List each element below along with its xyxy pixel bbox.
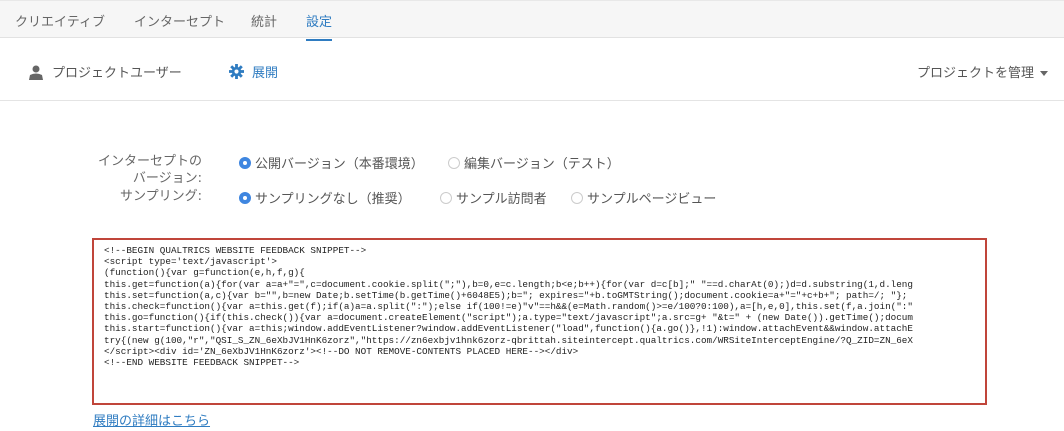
radio-public-version[interactable]: 公開バージョン（本番環境） — [239, 153, 424, 172]
tab-intercept[interactable]: インターセプト — [134, 11, 225, 39]
radio-selected-icon — [239, 156, 251, 169]
radio-no-sampling[interactable]: サンプリングなし（推奨） — [239, 188, 411, 207]
radio-selected-icon — [239, 191, 251, 204]
top-tabs: クリエイティブ インターセプト 統計 設定 — [0, 0, 1064, 41]
radio-label: 編集バージョン（テスト） — [464, 157, 620, 172]
tab-settings[interactable]: 設定 — [306, 11, 333, 41]
manage-project-dropdown[interactable]: プロジェクトを管理 — [917, 62, 1048, 81]
radio-edit-version[interactable]: 編集バージョン（テスト） — [448, 153, 620, 172]
deploy-details-link[interactable]: 展開の詳細はこちら — [93, 410, 210, 429]
deploy-label: 展開 — [252, 66, 279, 81]
deploy-link[interactable]: 展開 — [229, 62, 278, 81]
radio-empty-icon — [448, 156, 460, 169]
code-snippet[interactable]: <!--BEGIN QUALTRICS WEBSITE FEEDBACK SNI… — [104, 245, 982, 368]
radio-empty-icon — [440, 191, 452, 204]
gear-icon — [229, 64, 244, 79]
tab-creative[interactable]: クリエイティブ — [15, 11, 105, 39]
code-snippet-box[interactable]: <!--BEGIN QUALTRICS WEBSITE FEEDBACK SNI… — [92, 238, 987, 405]
radio-label: 公開バージョン（本番環境） — [255, 157, 424, 172]
radio-empty-icon — [571, 191, 583, 204]
radio-sample-visitors[interactable]: サンプル訪問者 — [440, 188, 547, 207]
radio-label: サンプリングなし（推奨） — [255, 192, 411, 207]
user-icon — [29, 65, 43, 80]
radio-sample-pageviews[interactable]: サンプルページビュー — [571, 188, 716, 207]
manage-project-label: プロジェクトを管理 — [916, 66, 1034, 81]
tab-stats[interactable]: 統計 — [251, 11, 277, 39]
radio-label: サンプルページビュー — [587, 192, 717, 207]
project-users-label: プロジェクトユーザー — [52, 66, 182, 81]
settings-subnav: プロジェクトユーザー 展開 プロジェクトを管理 — [0, 38, 1064, 101]
caret-down-icon — [1040, 71, 1048, 76]
sampling-label: サンプリング: — [120, 189, 202, 204]
radio-label: サンプル訪問者 — [456, 192, 547, 207]
project-users-link[interactable]: プロジェクトユーザー — [28, 62, 182, 81]
version-label: インターセプトの バージョン: — [97, 154, 202, 186]
